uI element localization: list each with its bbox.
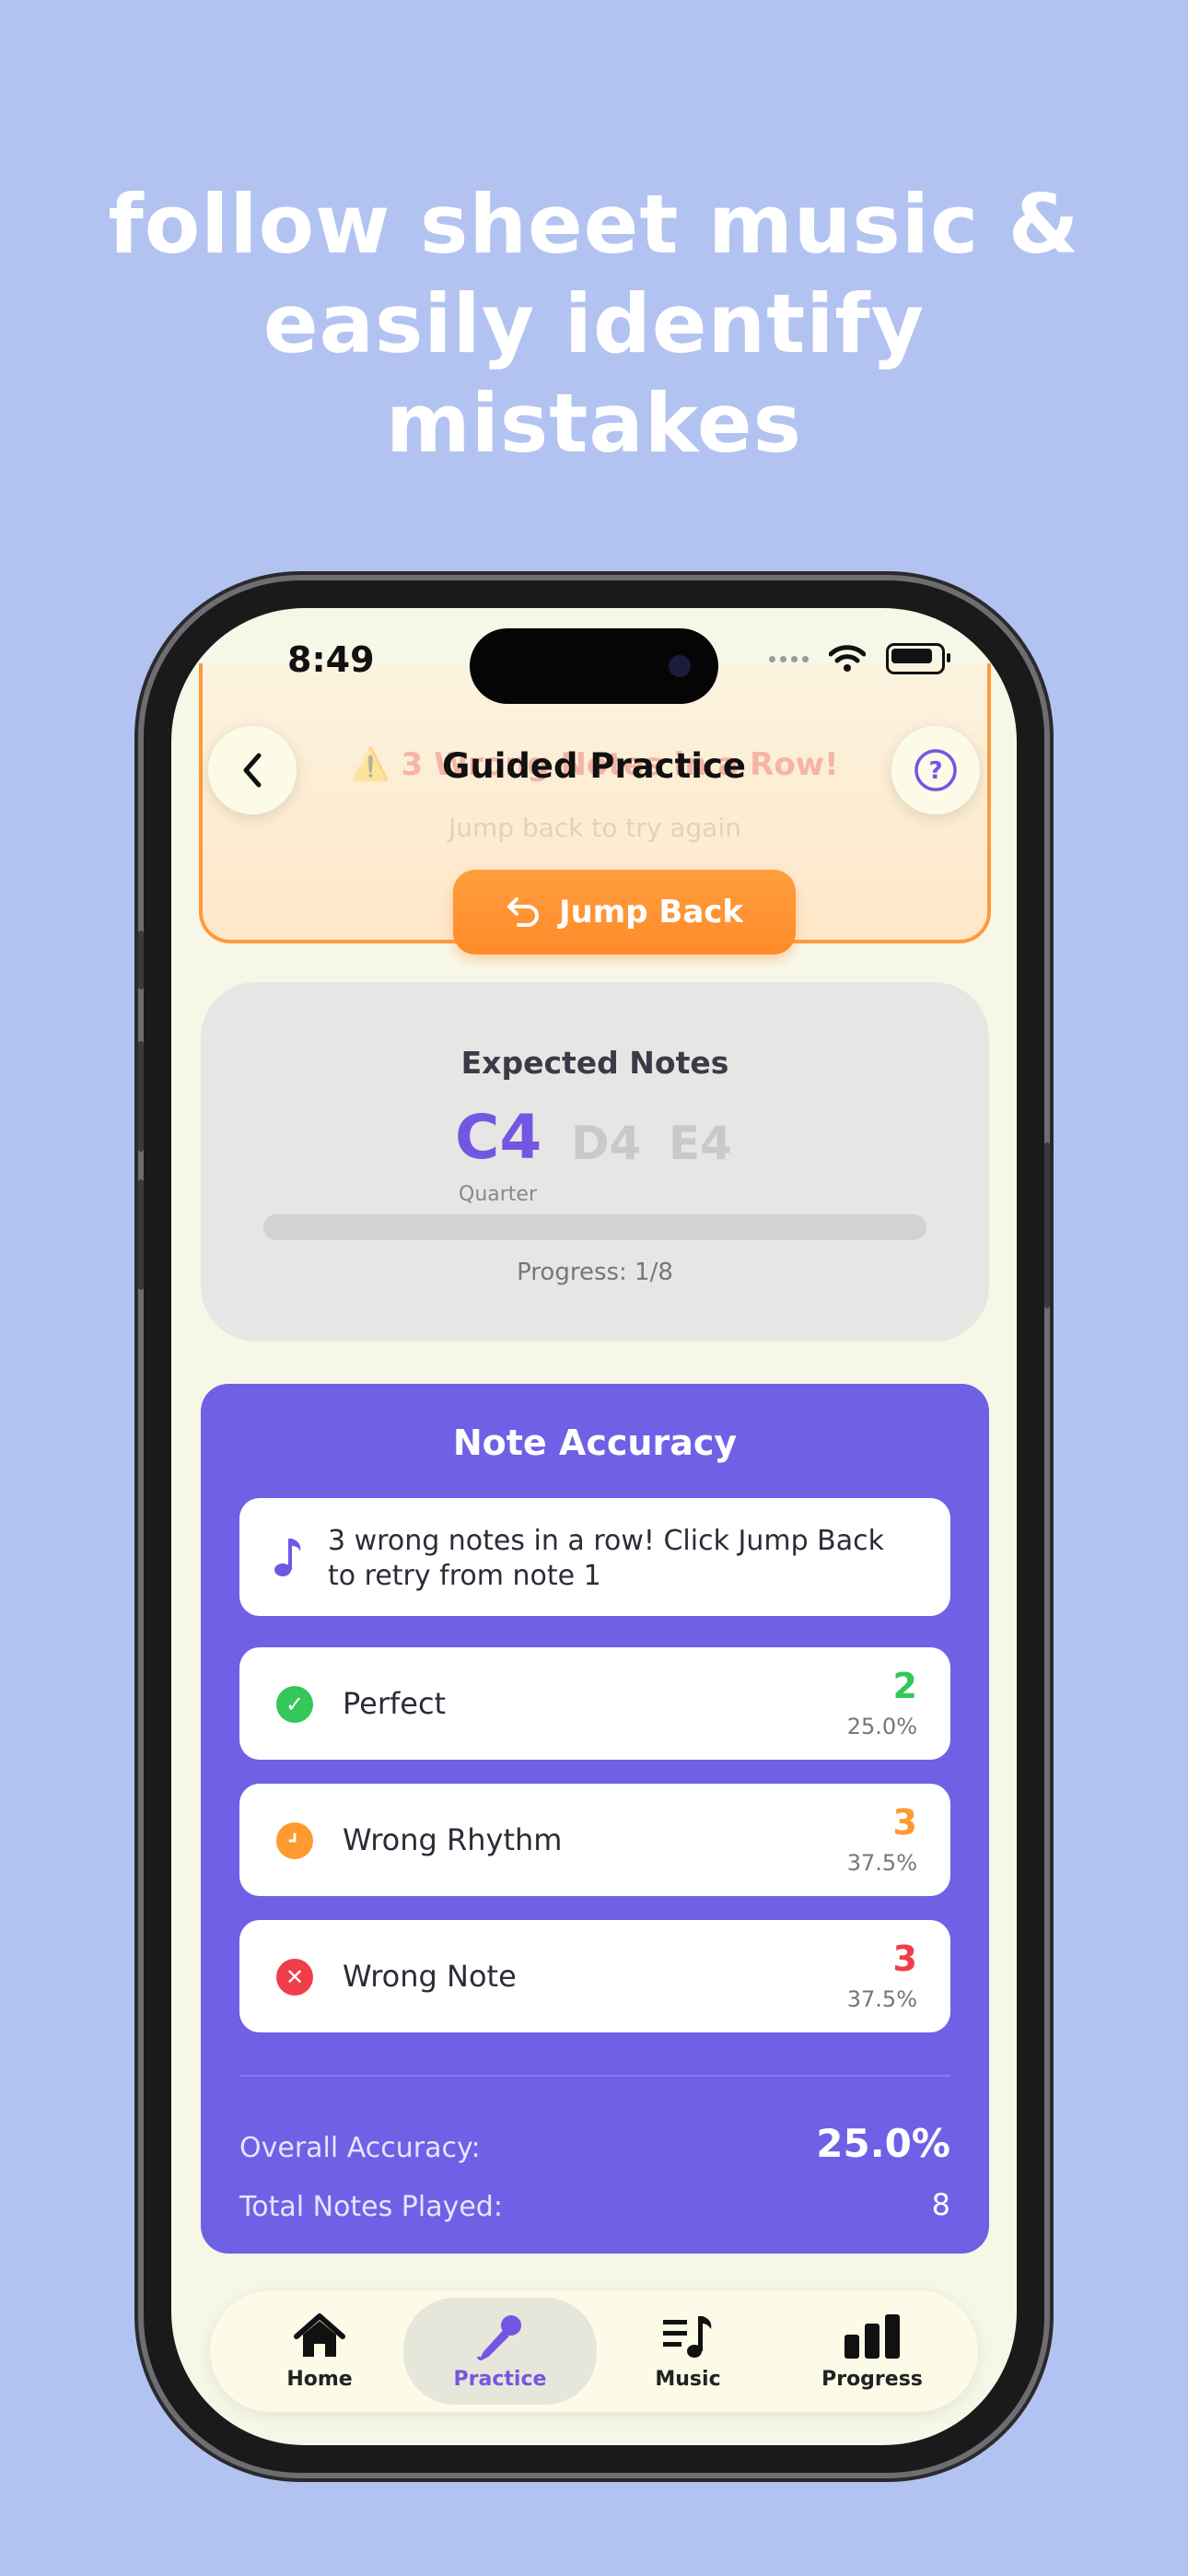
jump-back-button[interactable]: Jump Back — [453, 870, 796, 954]
phone-volume-down — [138, 1179, 144, 1290]
total-notes-label: Total Notes Played: — [239, 2191, 503, 2223]
signal-icon — [769, 655, 809, 662]
phone-volume-up — [138, 1041, 144, 1152]
accuracy-message: 3 wrong notes in a row! Click Jump Back … — [239, 1498, 950, 1616]
headline-line-2: easily identify — [262, 276, 926, 371]
expected-notes-card: Expected Notes C4 Quarter D4 E4 Progress… — [201, 982, 989, 1341]
music-note-icon — [274, 1539, 301, 1576]
expected-notes-title: Expected Notes — [460, 1045, 729, 1081]
next-note: D4 — [571, 1117, 642, 1170]
overall-accuracy-value: 25.0% — [816, 2121, 950, 2166]
total-notes-value: 8 — [931, 2187, 950, 2222]
tab-label: Progress — [821, 2367, 923, 2391]
accuracy-title: Note Accuracy — [452, 1423, 738, 1463]
current-note-duration: Quarter — [459, 1183, 537, 1206]
stat-count: 2 — [892, 1666, 917, 1706]
tab-label: Practice — [453, 2367, 547, 2391]
overall-accuracy-label: Overall Accuracy: — [239, 2132, 481, 2164]
undo-arrow-icon — [507, 897, 539, 927]
jump-back-label: Jump Back — [558, 894, 744, 931]
current-note: C4 — [455, 1102, 542, 1173]
music-list-icon — [663, 2315, 712, 2358]
tab-label: Home — [286, 2367, 353, 2391]
stat-count: 3 — [892, 1802, 917, 1843]
next-note: E4 — [669, 1117, 732, 1170]
headline-line-3: mistakes — [386, 376, 802, 471]
status-time: 8:49 — [287, 639, 375, 680]
stat-label: Wrong Note — [343, 1959, 517, 1994]
svg-text:?: ? — [928, 757, 942, 785]
stat-percent: 25.0% — [846, 1714, 917, 1739]
stat-row-wrong-note: ✕ Wrong Note 3 37.5% — [239, 1920, 950, 2032]
phone-side-button — [138, 931, 144, 989]
headline: follow sheet music & easily identify mis… — [0, 175, 1188, 474]
battery-icon — [886, 643, 950, 674]
accuracy-message-text: 3 wrong notes in a row! Click Jump Back … — [328, 1525, 884, 1592]
stat-percent: 37.5% — [846, 1850, 917, 1876]
tab-home[interactable]: Home — [223, 2290, 416, 2412]
app-screen: ⚠️ 3 Wrong Notes in a Row! Jump back to … — [171, 608, 1017, 2445]
divider — [239, 2075, 950, 2077]
page-title: Guided Practice — [441, 746, 746, 786]
headline-line-1: follow sheet music & — [108, 177, 1080, 272]
checkmark-icon: ✓ — [276, 1686, 313, 1723]
x-mark-icon: ✕ — [276, 1959, 313, 1996]
stat-label: Perfect — [343, 1686, 447, 1721]
clock-icon — [276, 1822, 313, 1859]
stat-row-perfect: ✓ Perfect 2 25.0% — [239, 1647, 950, 1760]
bar-chart-icon — [844, 2313, 900, 2359]
tab-practice[interactable]: Practice — [403, 2298, 597, 2405]
stat-count: 3 — [892, 1938, 917, 1979]
microphone-icon — [476, 2314, 521, 2360]
house-icon — [294, 2313, 345, 2357]
phone-power-button — [1044, 1142, 1050, 1308]
tab-music[interactable]: Music — [591, 2290, 785, 2412]
tab-progress[interactable]: Progress — [775, 2290, 969, 2412]
dynamic-island — [470, 628, 718, 704]
question-circle-icon: ? — [914, 749, 957, 791]
alert-subtitle: Jump back to try again — [448, 813, 741, 843]
help-button[interactable]: ? — [891, 726, 980, 814]
tab-label: Music — [655, 2367, 721, 2391]
progress-text: Progress: 1/8 — [517, 1259, 673, 1286]
tab-bar: Home Practice Music Progress — [210, 2290, 978, 2412]
stat-row-wrong-rhythm: Wrong Rhythm 3 37.5% — [239, 1784, 950, 1896]
note-accuracy-card: Note Accuracy 3 wrong notes in a row! Cl… — [201, 1384, 989, 2254]
wifi-icon — [829, 645, 866, 672]
mistake-alert-banner: ⚠️ 3 Wrong Notes in a Row! Jump back to … — [199, 663, 991, 954]
practice-progress-bar — [263, 1214, 926, 1240]
status-icons — [769, 643, 950, 674]
stat-label: Wrong Rhythm — [343, 1822, 563, 1857]
stat-percent: 37.5% — [846, 1986, 917, 2012]
